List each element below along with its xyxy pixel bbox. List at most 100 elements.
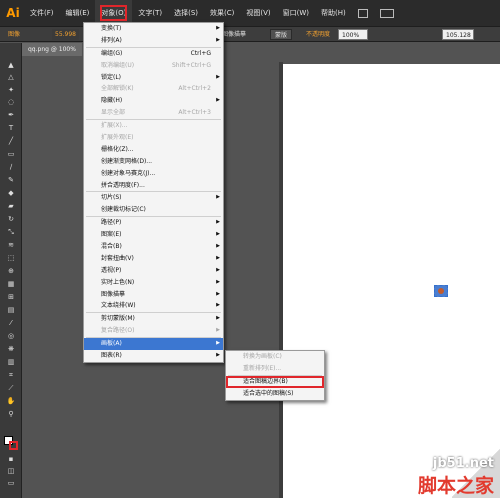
- free-transform-tool-icon[interactable]: ⬚: [6, 254, 16, 262]
- object-menu-item[interactable]: 图案(E) ▶: [84, 229, 223, 241]
- object-menu-item: 全部解锁(K) Alt+Ctrl+2: [84, 83, 223, 95]
- artboard-tool-icon[interactable]: ⌗: [6, 371, 16, 379]
- object-menu-item[interactable]: 编组(G) Ctrl+G: [84, 48, 223, 60]
- line-tool-icon[interactable]: ╱: [6, 137, 16, 145]
- artboard-submenu-item[interactable]: 适合选中的图稿(S): [226, 388, 324, 400]
- selection-tool-icon[interactable]: ▲: [6, 61, 16, 69]
- blend-tool-icon[interactable]: ◎: [6, 332, 16, 340]
- object-menu-item[interactable]: 图像描摹 ▶: [84, 289, 223, 301]
- object-menu-item-label: 画板(A): [101, 340, 122, 348]
- object-menu-item[interactable]: 切片(S) ▶: [84, 192, 223, 204]
- artboard-submenu-item[interactable]: 适合图稿边界(B): [226, 375, 324, 388]
- arrange-documents-icon[interactable]: [379, 8, 394, 18]
- submenu-arrow-icon: ▶: [216, 352, 220, 359]
- slice-tool-icon[interactable]: ⟋: [6, 384, 16, 392]
- rectangle-tool-icon[interactable]: ▭: [6, 150, 16, 158]
- x-position-input[interactable]: 105.128: [442, 29, 474, 40]
- submenu-arrow-icon: ▶: [216, 278, 220, 285]
- object-menu-item-label: 路径(P): [101, 219, 122, 227]
- perspective-grid-tool-icon[interactable]: ▦: [6, 280, 16, 288]
- object-menu-item[interactable]: 实时上色(N) ▶: [84, 277, 223, 289]
- object-menu-item-label: 显示全部: [101, 109, 126, 117]
- submenu-arrow-icon: ▶: [216, 73, 220, 80]
- object-menu-item[interactable]: 混合(B) ▶: [84, 241, 223, 253]
- object-menu-item-label: 排列(A): [101, 36, 122, 44]
- object-menu-item-label: 文本绕排(W): [101, 302, 136, 310]
- object-menu-item[interactable]: 排列(A) ▶: [84, 35, 223, 47]
- artboard[interactable]: [283, 64, 500, 498]
- submenu-arrow-icon: ▶: [216, 254, 220, 261]
- screen-mode-icon[interactable]: ▭: [6, 479, 16, 487]
- mask-button[interactable]: 蒙版: [270, 29, 293, 40]
- object-menu-item[interactable]: 变换(T) ▶: [84, 23, 223, 35]
- menu-6[interactable]: 视图(V): [240, 0, 276, 26]
- magic-wand-tool-icon[interactable]: ✦: [6, 86, 16, 94]
- object-menu-item[interactable]: 拼合透明度(F)...: [84, 180, 223, 192]
- pen-tool-icon[interactable]: ✒: [6, 111, 16, 119]
- lasso-tool-icon[interactable]: ◌: [6, 98, 16, 106]
- object-menu-item: 显示全部 Alt+Ctrl+3: [84, 107, 223, 119]
- object-menu-item-label: 拼合透明度(F)...: [101, 181, 145, 189]
- stroke-swatch[interactable]: [9, 441, 18, 450]
- object-menu-item[interactable]: 剪切蒙版(M) ▶: [84, 313, 223, 325]
- artboard-submenu-item-label: 重新排列(E)...: [243, 364, 282, 372]
- bridge-icon[interactable]: [357, 8, 368, 18]
- gradient-tool-icon[interactable]: ▤: [6, 306, 16, 314]
- paintbrush-tool-icon[interactable]: ∕: [6, 163, 16, 171]
- object-menu-item-label: 隐藏(H): [101, 97, 123, 105]
- object-menu-item[interactable]: 透视(P) ▶: [84, 265, 223, 277]
- opacity-label: 不透明度: [306, 31, 331, 38]
- pencil-tool-icon[interactable]: ✎: [6, 176, 16, 184]
- object-menu-item-label: 编组(G): [101, 49, 123, 57]
- object-menu-item[interactable]: 路径(P) ▶: [84, 217, 223, 229]
- object-menu-item[interactable]: 创建对象马赛克(J)...: [84, 168, 223, 180]
- object-menu-item-label: 封套扭曲(V): [101, 254, 134, 262]
- object-menu-item[interactable]: 画板(A) ▶: [84, 338, 223, 351]
- object-menu-item-label: 混合(B): [101, 243, 122, 251]
- menu-8[interactable]: 帮助(H): [315, 0, 352, 26]
- menu-7[interactable]: 窗口(W): [277, 0, 315, 26]
- rotate-tool-icon[interactable]: ↻: [6, 215, 16, 223]
- mesh-tool-icon[interactable]: ⊞: [6, 293, 16, 301]
- object-menu-item[interactable]: 创建渐变网格(D)...: [84, 156, 223, 168]
- object-menu-item-label: 图像描摹: [101, 290, 126, 298]
- submenu-arrow-icon: ▶: [216, 340, 220, 347]
- document-tab[interactable]: qq.png @ 100%: [22, 43, 82, 56]
- object-menu-item[interactable]: 封套扭曲(V) ▶: [84, 253, 223, 265]
- object-menu-item[interactable]: 锁定(L) ▶: [84, 72, 223, 84]
- selected-image[interactable]: [434, 285, 448, 297]
- object-menu-item-label: 锁定(L): [101, 73, 122, 81]
- scale-tool-icon[interactable]: ⤡: [6, 228, 16, 236]
- column-graph-tool-icon[interactable]: ▥: [6, 358, 16, 366]
- object-menu-item[interactable]: 隐藏(H) ▶: [84, 95, 223, 107]
- width-tool-icon[interactable]: ≋: [6, 241, 16, 249]
- control-bar: 图像 55.998 图像描摹 蒙版 不透明度 100% 105.128: [0, 26, 500, 42]
- object-menu-item[interactable]: 文本绕排(W) ▶: [84, 300, 223, 312]
- eraser-tool-icon[interactable]: ▰: [6, 202, 16, 210]
- object-menu-item-label: 图案(E): [101, 231, 122, 239]
- type-tool-icon[interactable]: T: [6, 124, 16, 132]
- tools-panel: ▲ △ ✦ ◌ ✒ T ╱ ▭ ∕ ✎ ◆ ▰ ↻ ⤡ ≋ ⬚ ⊕ ▦ ⊞ ▤ …: [0, 43, 22, 498]
- eyedropper-tool-icon[interactable]: ⁄: [6, 319, 16, 327]
- color-mode-icon[interactable]: ▪: [6, 455, 16, 463]
- object-menu-item-shortcut: Ctrl+G: [190, 49, 211, 57]
- selection-type-label: 图像: [8, 31, 21, 38]
- object-menu-item[interactable]: 栅格化(Z)...: [84, 144, 223, 156]
- artboard-submenu: 转换为画板(C) 重新排列(E)... 适合图稿边界(B) 适合选中的图稿(S): [225, 350, 325, 401]
- object-menu-item[interactable]: 图表(R) ▶: [84, 350, 223, 362]
- object-menu-item[interactable]: 创建裁切标记(C): [84, 204, 223, 216]
- hand-tool-icon[interactable]: ✋: [6, 397, 16, 405]
- blob-brush-tool-icon[interactable]: ◆: [6, 189, 16, 197]
- object-menu-item-label: 透视(P): [101, 266, 122, 274]
- object-menu-item-label: 图表(R): [101, 352, 122, 360]
- object-menu-item: 扩展(X)...: [84, 120, 223, 132]
- submenu-arrow-icon: ▶: [216, 243, 220, 250]
- shape-builder-tool-icon[interactable]: ⊕: [6, 267, 16, 275]
- opacity-input[interactable]: 100%: [338, 29, 368, 40]
- drawing-mode-icon[interactable]: ◫: [6, 467, 16, 475]
- symbol-sprayer-tool-icon[interactable]: ❋: [6, 345, 16, 353]
- direct-selection-tool-icon[interactable]: △: [6, 73, 16, 81]
- menu-0[interactable]: 文件(F): [24, 0, 60, 26]
- zoom-tool-icon[interactable]: ⚲: [6, 410, 16, 418]
- image-trace-button[interactable]: 图像描摹: [222, 29, 246, 40]
